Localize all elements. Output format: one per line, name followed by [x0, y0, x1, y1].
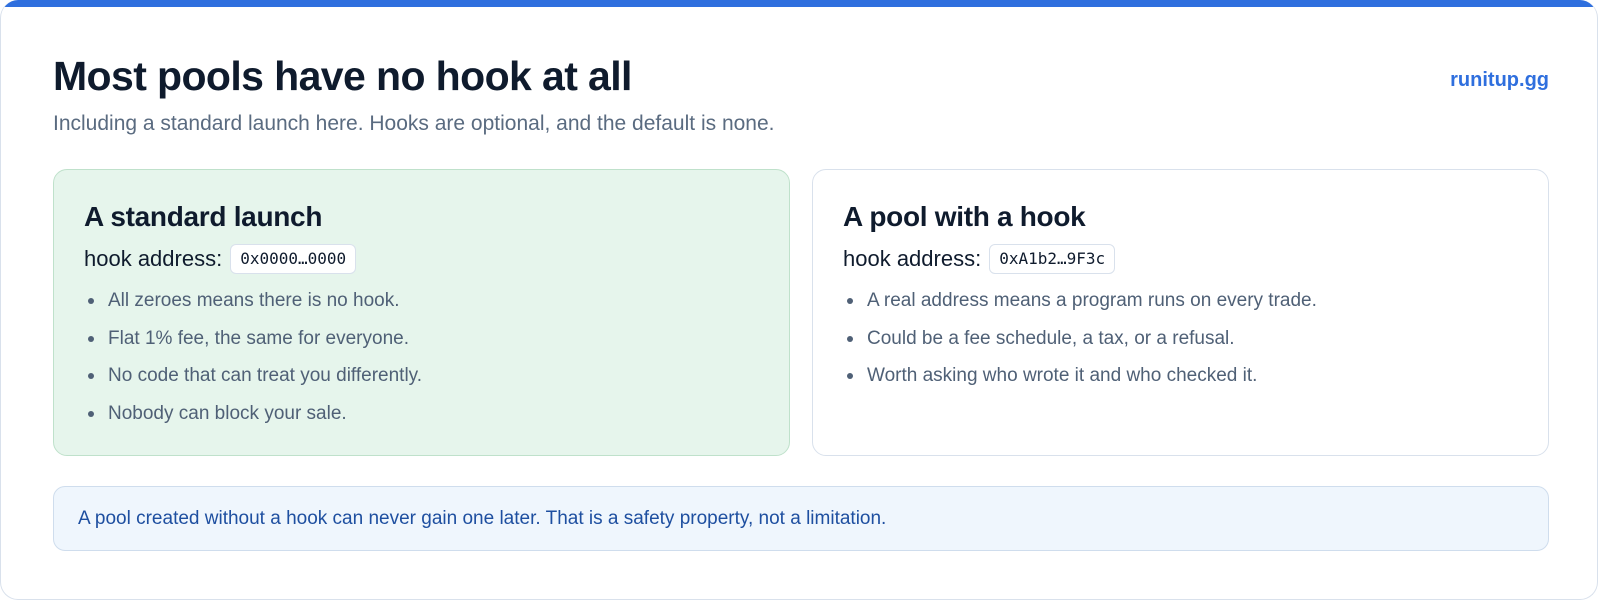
- list-item-text: A real address means a program runs on e…: [867, 290, 1317, 311]
- list-item: All zeroes means there is no hook.: [84, 282, 759, 320]
- bullet-dot-icon: [88, 373, 94, 379]
- list-item: Worth asking who wrote it and who checke…: [843, 357, 1518, 395]
- brand-link[interactable]: runitup.gg: [1450, 69, 1549, 92]
- list-item-text: Could be a fee schedule, a tax, or a ref…: [867, 327, 1235, 349]
- safety-note-callout: A pool created without a hook can never …: [53, 486, 1549, 551]
- list-item-text: Flat 1% fee, the same for everyone.: [108, 327, 409, 349]
- slide-frame: Most pools have no hook at all Including…: [0, 0, 1598, 600]
- bullet-dot-icon: [847, 335, 853, 342]
- bullet-dot-icon: [88, 335, 94, 342]
- page-title: Most pools have no hook at all: [53, 53, 632, 99]
- list-item: A real address means a program runs on e…: [843, 282, 1518, 320]
- comparison-cards: A standard launch hook address: 0x0000…0…: [53, 169, 1549, 456]
- standard-address-row: hook address: 0x0000…0000: [84, 244, 759, 274]
- standard-address-chip: 0x0000…0000: [230, 244, 357, 274]
- bullet-dot-icon: [847, 298, 853, 304]
- bullet-dot-icon: [847, 373, 853, 379]
- bullet-dot-icon: [88, 410, 94, 417]
- list-item-text: No code that can treat you differently.: [108, 365, 423, 386]
- hook-bullet-list: A real address means a program runs on e…: [843, 282, 1518, 395]
- hook-address-chip: 0xA1b2…9F3c: [989, 244, 1116, 274]
- standard-card-title: A standard launch: [84, 201, 323, 232]
- accent-top-bar: [1, 0, 1597, 7]
- standard-address-label: hook address:: [84, 246, 223, 271]
- bullet-dot-icon: [88, 298, 94, 304]
- list-item: No code that can treat you differently.: [84, 357, 759, 395]
- header: Most pools have no hook at all Including…: [53, 52, 1549, 138]
- list-item: Nobody can block your sale.: [84, 395, 759, 433]
- hook-address-row: hook address: 0xA1b2…9F3c: [843, 244, 1518, 274]
- list-item-text: Nobody can block your sale.: [108, 402, 347, 424]
- standard-bullet-list: All zeroes means there is no hook. Flat …: [84, 282, 759, 432]
- hook-card-title: A pool with a hook: [843, 201, 1086, 232]
- safety-note-text: A pool created without a hook can never …: [78, 507, 887, 529]
- list-item: Could be a fee schedule, a tax, or a ref…: [843, 320, 1518, 358]
- page-subtitle: Including a standard launch here. Hooks …: [53, 112, 775, 135]
- standard-launch-card: A standard launch hook address: 0x0000…0…: [53, 169, 790, 456]
- list-item-text: Worth asking who wrote it and who checke…: [867, 365, 1258, 386]
- hook-pool-card: A pool with a hook hook address: 0xA1b2……: [812, 169, 1549, 456]
- list-item-text: All zeroes means there is no hook.: [108, 290, 400, 311]
- list-item: Flat 1% fee, the same for everyone.: [84, 320, 759, 358]
- hook-address-label: hook address:: [843, 246, 982, 271]
